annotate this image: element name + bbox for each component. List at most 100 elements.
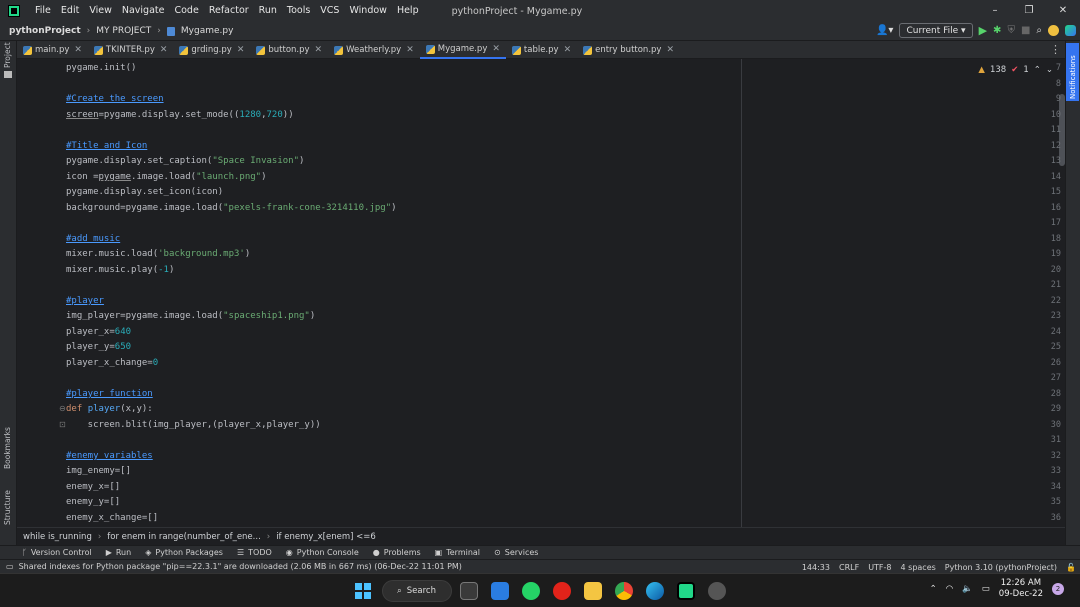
crumb-project[interactable]: pythonProject (9, 26, 81, 36)
code-line[interactable]: background=pygame.image.load("pexels-fra… (66, 203, 397, 213)
tab-tkinter-py[interactable]: TKINTER.py ✕ (88, 41, 173, 59)
code-with-me-icon[interactable] (1048, 25, 1059, 36)
code-line[interactable]: img_enemy=[] (66, 466, 131, 476)
menu-run[interactable]: Run (254, 0, 282, 22)
code-line[interactable]: img_player=pygame.image.load("spaceship1… (66, 311, 315, 321)
run-icon[interactable]: ▶ (979, 24, 987, 37)
tool-services[interactable]: ⊙ Services (487, 548, 545, 557)
tab-weatherly-py[interactable]: Weatherly.py ✕ (328, 41, 420, 59)
code-line[interactable]: pygame.display.set_caption("Space Invasi… (66, 156, 304, 166)
lock-icon[interactable]: 🔓 (1066, 563, 1076, 572)
file-explorer-icon[interactable] (584, 582, 602, 600)
code-line[interactable]: player_x=640 (66, 327, 131, 337)
taskbar-search[interactable]: ⌕ Search (382, 580, 452, 602)
code-line[interactable]: mixer.music.load('background.mp3') (66, 249, 250, 259)
stop-icon[interactable]: ■ (1021, 25, 1030, 36)
chrome-icon[interactable] (615, 582, 633, 600)
status-message[interactable]: ▭ Shared indexes for Python package "pip… (0, 562, 462, 571)
settings-icon[interactable] (708, 582, 726, 600)
menu-refactor[interactable]: Refactor (204, 0, 254, 22)
structure-tool-label[interactable]: Structure (3, 490, 12, 525)
menu-code[interactable]: Code (169, 0, 203, 22)
menu-tools[interactable]: Tools (282, 0, 315, 22)
close-tab-icon[interactable]: ✕ (237, 45, 245, 55)
crumb-file[interactable]: Mygame.py (181, 26, 234, 36)
code-line[interactable]: pygame.init() (66, 63, 136, 73)
code-line[interactable]: player_y=650 (66, 342, 131, 352)
close-tab-icon[interactable]: ✕ (160, 45, 168, 55)
tool-python-console[interactable]: ◉ Python Console (279, 548, 366, 557)
python-interpreter[interactable]: Python 3.10 (pythonProject) (945, 563, 1057, 572)
tab-grding-py[interactable]: grding.py ✕ (173, 41, 250, 59)
crumb-folder[interactable]: MY PROJECT (96, 26, 151, 36)
close-tab-icon[interactable]: ✕ (492, 44, 500, 54)
tool-todo[interactable]: ☰ TODO (230, 548, 279, 557)
code-line[interactable]: #player (66, 296, 104, 306)
battery-icon[interactable]: ▭ (982, 584, 990, 594)
user-icon[interactable]: 👤▾ (876, 25, 893, 36)
code-line[interactable]: player_x_change=0 (66, 358, 158, 368)
notification-badge[interactable]: 2 (1052, 583, 1064, 595)
tray-overflow-icon[interactable]: ⌃ (930, 584, 937, 594)
search-everywhere-icon[interactable]: ⌕ (1036, 25, 1042, 36)
code-line[interactable]: #enemy variables (66, 451, 153, 461)
tab-table-py[interactable]: table.py ✕ (506, 41, 577, 59)
wifi-icon[interactable]: ◠ (946, 584, 953, 594)
code-line[interactable]: screen=pygame.display.set_mode((1280,720… (66, 110, 294, 120)
pycharm-taskbar-icon[interactable] (677, 582, 695, 600)
code-editor[interactable]: ▲ 138 ✔ 1 ⌃ ⌄ 7 8 9 10 11 12 13 14 15 16 1… (17, 59, 1065, 527)
tool-terminal[interactable]: ▣ Terminal (428, 548, 487, 557)
code-line[interactable]: mixer.music.play(-1) (66, 265, 174, 275)
tool-run[interactable]: ▶ Run (99, 548, 139, 557)
windows-start-icon[interactable] (355, 583, 371, 599)
more-tabs-icon[interactable]: ⋮ (1050, 43, 1061, 56)
code-line[interactable]: enemy_y=[] (66, 497, 120, 507)
code-line[interactable]: #add music (66, 234, 120, 244)
close-tab-icon[interactable]: ✕ (564, 45, 572, 55)
media-player-icon[interactable] (553, 582, 571, 600)
notifications-tab[interactable]: Notifications (1066, 43, 1079, 101)
tool-python-packages[interactable]: ◈ Python Packages (138, 548, 230, 557)
debug-icon[interactable]: ✱ (993, 25, 1001, 36)
screen-app-icon[interactable] (491, 582, 509, 600)
menu-view[interactable]: View (84, 0, 117, 22)
indent-setting[interactable]: 4 spaces (901, 563, 936, 572)
code-line[interactable]: enemy_x_change=[] (66, 513, 158, 523)
code-line[interactable]: def player(x,y): (66, 404, 153, 414)
tool-version-control[interactable]: ᚴ Version Control (0, 548, 99, 557)
line-separator[interactable]: CRLF (839, 563, 859, 572)
menu-help[interactable]: Help (392, 0, 424, 22)
fold-icon[interactable]: ⊖ (59, 404, 66, 413)
minimize-button[interactable]: – (978, 0, 1012, 22)
jetbrains-ai-icon[interactable] (1065, 25, 1076, 36)
terminal-app-icon[interactable] (460, 582, 478, 600)
project-tool-icon[interactable] (4, 71, 12, 78)
whatsapp-icon[interactable] (522, 582, 540, 600)
line-gutter[interactable] (17, 59, 57, 527)
panel-toggle-icon[interactable]: ▭ (6, 562, 14, 571)
menu-edit[interactable]: Edit (56, 0, 84, 22)
code-line[interactable]: #Create the screen (66, 94, 164, 104)
tab-mygame-py[interactable]: Mygame.py ✕ (419, 41, 506, 59)
menu-window[interactable]: Window (344, 0, 391, 22)
close-tab-icon[interactable]: ✕ (406, 45, 414, 55)
tool-problems[interactable]: ● Problems (366, 548, 428, 557)
clock[interactable]: 12:26 AM 09-Dec-22 (999, 578, 1043, 600)
code-line[interactable]: pygame.display.set_icon(icon) (66, 187, 223, 197)
code-line[interactable]: #Title and Icon (66, 141, 147, 151)
bookmarks-tool-label[interactable]: Bookmarks (3, 427, 12, 469)
code-line[interactable]: #player function (66, 389, 153, 399)
caret-position[interactable]: 144:33 (802, 563, 830, 572)
code-crumb[interactable]: for enem in range(number_of_ene... (101, 532, 267, 542)
code-line[interactable]: icon =pygame.image.load("launch.png") (66, 172, 267, 182)
menu-file[interactable]: File (30, 0, 56, 22)
project-tool-label[interactable]: Project (3, 42, 12, 68)
menu-vcs[interactable]: VCS (315, 0, 344, 22)
close-tab-icon[interactable]: ✕ (315, 45, 323, 55)
tab-main-py[interactable]: main.py ✕ (17, 41, 88, 59)
code-line[interactable]: screen.blit(img_player,(player_x,player_… (66, 420, 321, 430)
tab-entry-button-py[interactable]: entry button.py ✕ (577, 41, 680, 59)
code-crumb[interactable]: while is_running (17, 532, 98, 542)
edge-icon[interactable] (646, 582, 664, 600)
code-line[interactable]: enemy_x=[] (66, 482, 120, 492)
